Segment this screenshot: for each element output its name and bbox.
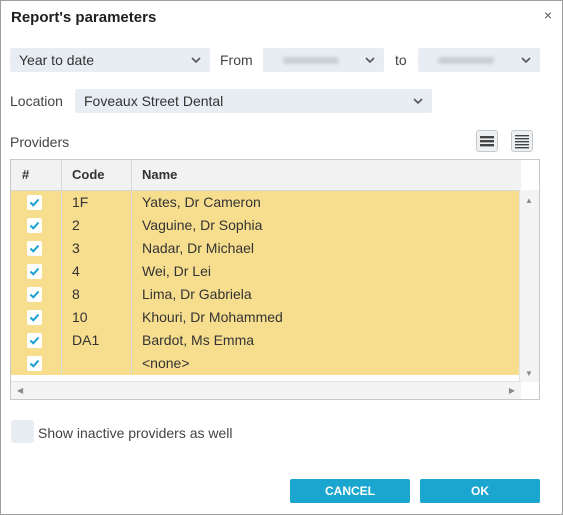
table-row[interactable]: 2 Vaguine, Dr Sophia bbox=[11, 214, 521, 237]
location-select-value: Foveaux Street Dental bbox=[84, 93, 224, 109]
scroll-left-icon[interactable]: ◀ bbox=[17, 386, 23, 395]
row-checkbox[interactable] bbox=[27, 241, 42, 256]
cancel-button[interactable]: CANCEL bbox=[290, 479, 410, 503]
provider-code: 2 bbox=[72, 217, 80, 233]
provider-name: Yates, Dr Cameron bbox=[142, 194, 261, 210]
location-select[interactable]: Foveaux Street Dental bbox=[75, 89, 432, 113]
row-checkbox[interactable] bbox=[27, 310, 42, 325]
chevron-down-icon bbox=[413, 98, 423, 105]
horizontal-scrollbar[interactable]: ◀ ▶ bbox=[11, 381, 521, 399]
list-detailed-icon bbox=[515, 135, 529, 149]
chevron-down-icon bbox=[521, 57, 531, 64]
row-checkbox[interactable] bbox=[27, 287, 42, 302]
column-divider bbox=[131, 160, 132, 374]
scroll-right-icon[interactable]: ▶ bbox=[509, 386, 515, 395]
checkmark-icon bbox=[29, 267, 40, 276]
from-date-field[interactable] bbox=[263, 48, 384, 72]
provider-name: Lima, Dr Gabriela bbox=[142, 286, 252, 302]
dialog-title: Report's parameters bbox=[11, 9, 157, 26]
provider-code: 8 bbox=[72, 286, 80, 302]
from-label: From bbox=[220, 52, 253, 68]
provider-name: Vaguine, Dr Sophia bbox=[142, 217, 263, 233]
row-checkbox[interactable] bbox=[27, 195, 42, 210]
provider-name: Nadar, Dr Michael bbox=[142, 240, 255, 256]
period-select[interactable]: Year to date bbox=[10, 48, 210, 72]
provider-code: 4 bbox=[72, 263, 80, 279]
scroll-down-icon[interactable]: ▼ bbox=[525, 369, 533, 378]
report-parameters-dialog: Report's parameters × Year to date From … bbox=[0, 0, 563, 515]
chevron-down-icon bbox=[365, 57, 375, 64]
table-row[interactable]: 3 Nadar, Dr Michael bbox=[11, 237, 521, 260]
period-select-value: Year to date bbox=[19, 52, 94, 68]
row-checkbox[interactable] bbox=[27, 356, 42, 371]
column-header-code[interactable]: Code bbox=[72, 160, 105, 190]
inactive-providers-label: Show inactive providers as well bbox=[38, 425, 233, 441]
row-checkbox[interactable] bbox=[27, 264, 42, 279]
provider-name: Bardot, Ms Emma bbox=[142, 332, 255, 348]
grid-header: # Code Name bbox=[11, 160, 521, 191]
table-row[interactable]: 4 Wei, Dr Lei bbox=[11, 260, 521, 283]
compact-view-button[interactable] bbox=[476, 130, 498, 152]
row-checkbox[interactable] bbox=[27, 333, 42, 348]
to-date-field[interactable] bbox=[418, 48, 540, 72]
close-icon[interactable]: × bbox=[544, 7, 552, 23]
checkmark-icon bbox=[29, 290, 40, 299]
providers-label: Providers bbox=[10, 134, 70, 150]
provider-code: 10 bbox=[72, 309, 88, 325]
provider-name: Khouri, Dr Mohammed bbox=[142, 309, 283, 325]
ok-button[interactable]: OK bbox=[420, 479, 540, 503]
checkmark-icon bbox=[29, 244, 40, 253]
checkmark-icon bbox=[29, 336, 40, 345]
providers-grid: # Code Name 1F Yates, Dr Cameron 2 Vaguine,… bbox=[10, 159, 540, 400]
provider-name: <none> bbox=[142, 355, 190, 371]
to-label: to bbox=[395, 52, 407, 68]
checkmark-icon bbox=[29, 221, 40, 230]
row-checkbox[interactable] bbox=[27, 218, 42, 233]
provider-code: 3 bbox=[72, 240, 80, 256]
provider-name: Wei, Dr Lei bbox=[142, 263, 211, 279]
column-header-name[interactable]: Name bbox=[142, 160, 177, 190]
provider-code: 1F bbox=[72, 194, 89, 210]
to-date-value-redacted bbox=[438, 57, 494, 64]
column-header-select[interactable]: # bbox=[22, 160, 29, 190]
table-row[interactable]: <none> bbox=[11, 352, 521, 375]
scroll-up-icon[interactable]: ▲ bbox=[525, 196, 533, 205]
table-row[interactable]: 8 Lima, Dr Gabriela bbox=[11, 283, 521, 306]
location-label: Location bbox=[10, 93, 63, 109]
checkmark-icon bbox=[29, 313, 40, 322]
inactive-providers-checkbox[interactable] bbox=[11, 420, 34, 443]
checkmark-icon bbox=[29, 359, 40, 368]
vertical-scrollbar[interactable]: ▲ ▼ bbox=[519, 190, 539, 382]
from-date-value-redacted bbox=[283, 57, 339, 64]
provider-code: DA1 bbox=[72, 332, 100, 348]
detailed-view-button[interactable] bbox=[511, 130, 533, 152]
table-row[interactable]: 1F Yates, Dr Cameron bbox=[11, 191, 521, 214]
column-divider bbox=[61, 160, 62, 374]
checkmark-icon bbox=[29, 198, 40, 207]
chevron-down-icon bbox=[191, 57, 201, 64]
table-row[interactable]: 10 Khouri, Dr Mohammed bbox=[11, 306, 521, 329]
list-compact-icon bbox=[480, 136, 494, 147]
table-row[interactable]: DA1 Bardot, Ms Emma bbox=[11, 329, 521, 352]
